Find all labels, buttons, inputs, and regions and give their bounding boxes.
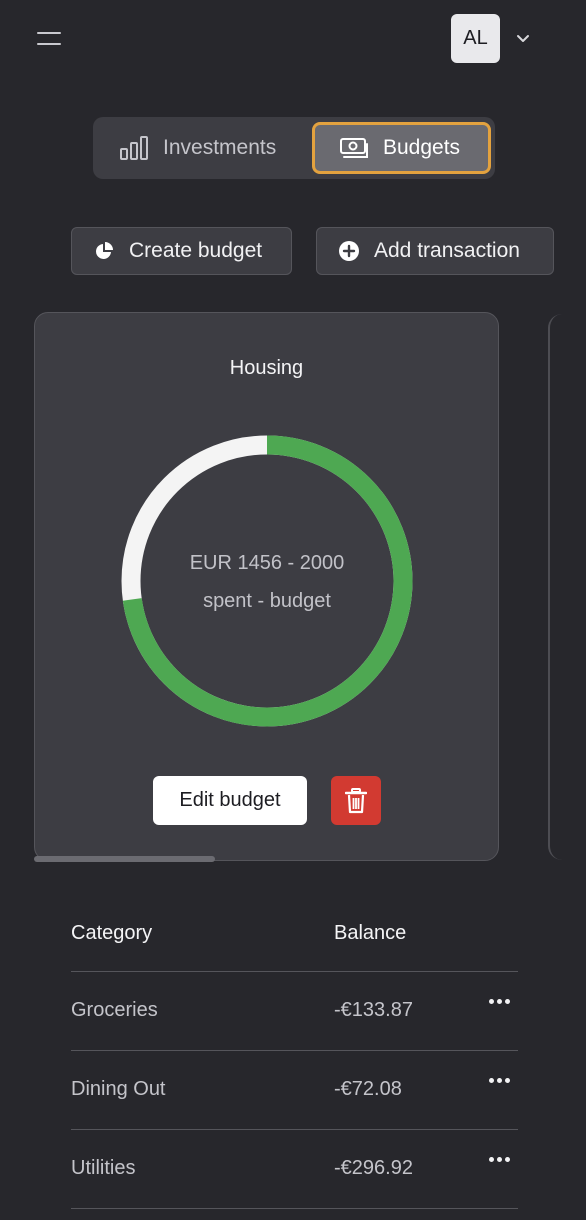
budget-caption: spent - budget	[203, 590, 331, 612]
donut-center-label: EUR 1456 - 2000 spent - budget	[120, 544, 414, 620]
tab-investments[interactable]: Investments	[119, 122, 276, 174]
table-header: Category Balance	[71, 896, 518, 972]
chevron-down-icon[interactable]	[514, 30, 532, 48]
hamburger-menu-icon[interactable]	[36, 28, 64, 50]
view-switcher: Investments Budgets	[93, 117, 495, 179]
bar-chart-icon	[120, 136, 148, 160]
more-options-icon[interactable]	[487, 1152, 513, 1166]
budgets-page: AL Investments Budgets Create budget Add…	[0, 0, 586, 1220]
row-balance: -€133.87	[334, 999, 413, 1021]
row-category: Groceries	[71, 999, 158, 1021]
row-balance: -€296.92	[334, 1157, 413, 1179]
budget-card: Housing EUR 1456 - 2000 spent - budget E…	[34, 312, 499, 861]
more-options-icon[interactable]	[487, 1073, 513, 1087]
cash-icon	[340, 138, 368, 158]
trash-icon	[345, 787, 367, 813]
add-transaction-button[interactable]: Add transaction	[316, 227, 554, 275]
tab-investments-label: Investments	[163, 136, 277, 159]
budget-amount: EUR 1456 - 2000	[189, 552, 345, 574]
row-category: Dining Out	[71, 1078, 166, 1100]
more-options-icon[interactable]	[487, 994, 513, 1008]
row-balance: -€72.08	[334, 1078, 402, 1100]
card-carousel-scroll-thumb[interactable]	[34, 856, 215, 862]
tab-budgets-label: Budgets	[383, 136, 461, 159]
edit-budget-button[interactable]: Edit budget	[153, 776, 307, 825]
tab-budgets[interactable]: Budgets	[312, 122, 491, 174]
column-header-category: Category	[71, 922, 153, 944]
table-row: Groceries -€133.87	[71, 972, 518, 1051]
row-category: Utilities	[71, 1157, 136, 1179]
table-row: Dining Out -€72.08	[71, 1051, 518, 1130]
column-header-balance: Balance	[334, 922, 407, 944]
budget-title: Housing	[229, 357, 304, 379]
user-avatar[interactable]: AL	[451, 14, 500, 63]
add-transaction-label: Add transaction	[374, 239, 520, 262]
delete-budget-button[interactable]	[331, 776, 381, 825]
table-row: Utilities -€296.92	[71, 1130, 518, 1209]
category-balance-table: Category Balance Groceries -€133.87 Dini…	[71, 896, 518, 1209]
pie-chart-icon	[96, 242, 113, 259]
next-budget-card[interactable]	[548, 314, 586, 860]
create-budget-button[interactable]: Create budget	[71, 227, 292, 275]
create-budget-label: Create budget	[129, 239, 263, 262]
plus-circle-icon	[339, 241, 359, 261]
